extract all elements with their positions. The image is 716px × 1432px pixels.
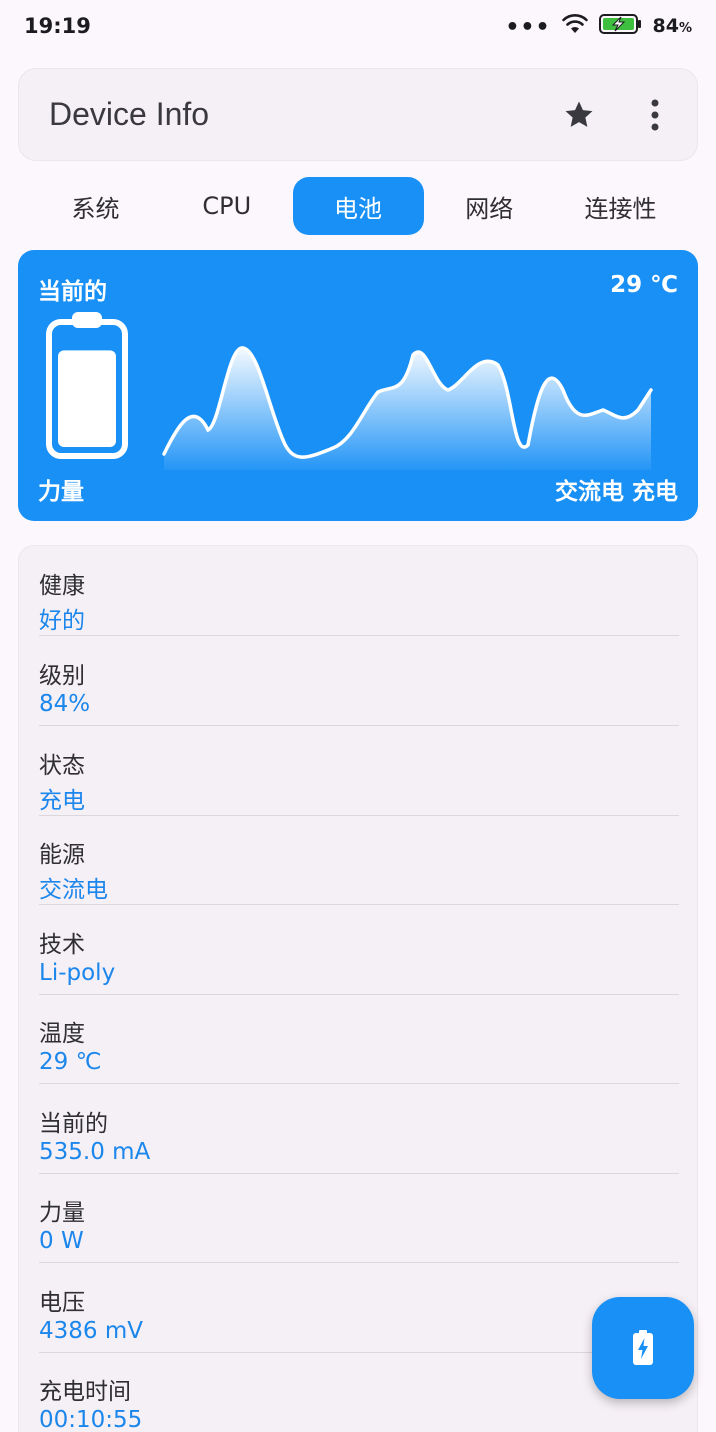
star-icon[interactable] <box>561 97 597 133</box>
info-row-power: 力量 0 W <box>39 1173 679 1263</box>
info-row-source: 能源 交流电 <box>39 815 679 905</box>
info-value: 4386 mV <box>39 1318 143 1344</box>
wave-area <box>164 347 651 470</box>
status-bar: 19:19 ••• 84% <box>0 0 716 52</box>
info-label: 技术 <box>39 932 85 958</box>
info-label: 状态 <box>39 753 85 779</box>
info-label: 级别 <box>39 663 85 689</box>
notification-dots: ••• <box>505 15 551 40</box>
app-title: Device Info <box>49 96 210 132</box>
info-row-current: 当前的 535.0 mA <box>39 1084 679 1174</box>
info-label: 能源 <box>39 842 85 868</box>
battery-charging-fab[interactable] <box>592 1297 694 1399</box>
info-label: 充电时间 <box>39 1379 131 1405</box>
info-label: 力量 <box>39 1200 85 1226</box>
app-actions <box>561 97 673 133</box>
info-label: 温度 <box>39 1021 85 1047</box>
info-row-technology: 技术 Li-poly <box>39 905 679 995</box>
tab-system[interactable]: 系统 <box>30 177 161 235</box>
current-label: 当前的 <box>38 279 107 305</box>
tab-network[interactable]: 网络 <box>424 177 555 235</box>
wifi-icon <box>561 13 589 39</box>
info-value: 充电 <box>39 788 85 814</box>
tab-bar: 系统 CPU 电池 网络 连接性 <box>30 177 686 235</box>
info-label: 当前的 <box>39 1111 108 1137</box>
info-row-temperature: 温度 29 ℃ <box>39 994 679 1084</box>
info-value: 好的 <box>39 608 85 634</box>
battery-status-icon <box>598 13 643 39</box>
status-time: 19:19 <box>24 14 91 38</box>
info-row-charge-time: 充电时间 00:10:55 <box>39 1352 679 1432</box>
tab-connectivity[interactable]: 连接性 <box>555 177 686 235</box>
battery-charging-icon <box>633 1330 653 1365</box>
battery-info-list: 健康 好的 级别 84% 状态 充电 能源 交流电 技术 Li-poly 温度 … <box>18 545 698 1432</box>
info-value: 84% <box>39 691 91 717</box>
info-value: 29 ℃ <box>39 1049 102 1075</box>
info-label: 健康 <box>39 573 85 599</box>
more-vert-icon[interactable] <box>637 97 673 133</box>
info-value: 0 W <box>39 1228 84 1254</box>
battery-level-fill <box>58 350 116 447</box>
info-row-health: 健康 好的 <box>39 546 679 636</box>
info-row-voltage: 电压 4386 mV <box>39 1263 679 1353</box>
temperature-readout: 29 ℃ <box>610 272 678 298</box>
battery-level-icon <box>46 312 128 459</box>
info-row-level: 级别 84% <box>39 636 679 726</box>
battery-percent: 84% <box>652 15 692 37</box>
tab-battery[interactable]: 电池 <box>292 177 424 235</box>
status-icons: ••• 84% <box>505 13 692 39</box>
current-wave-graph <box>162 346 653 470</box>
app-bar: Device Info <box>18 68 698 161</box>
info-value: 交流电 <box>39 877 108 903</box>
power-label: 力量 <box>38 479 84 505</box>
info-label: 电压 <box>39 1290 85 1316</box>
battery-card: 当前的 29 ℃ 力量 交流电 充电 <box>18 250 698 521</box>
info-value: Li-poly <box>39 960 116 986</box>
info-row-status: 状态 充电 <box>39 726 679 816</box>
info-value: 00:10:55 <box>39 1407 143 1432</box>
info-value: 535.0 mA <box>39 1139 151 1165</box>
charging-status-readout: 交流电 充电 <box>554 479 678 505</box>
tab-cpu[interactable]: CPU <box>161 177 292 235</box>
